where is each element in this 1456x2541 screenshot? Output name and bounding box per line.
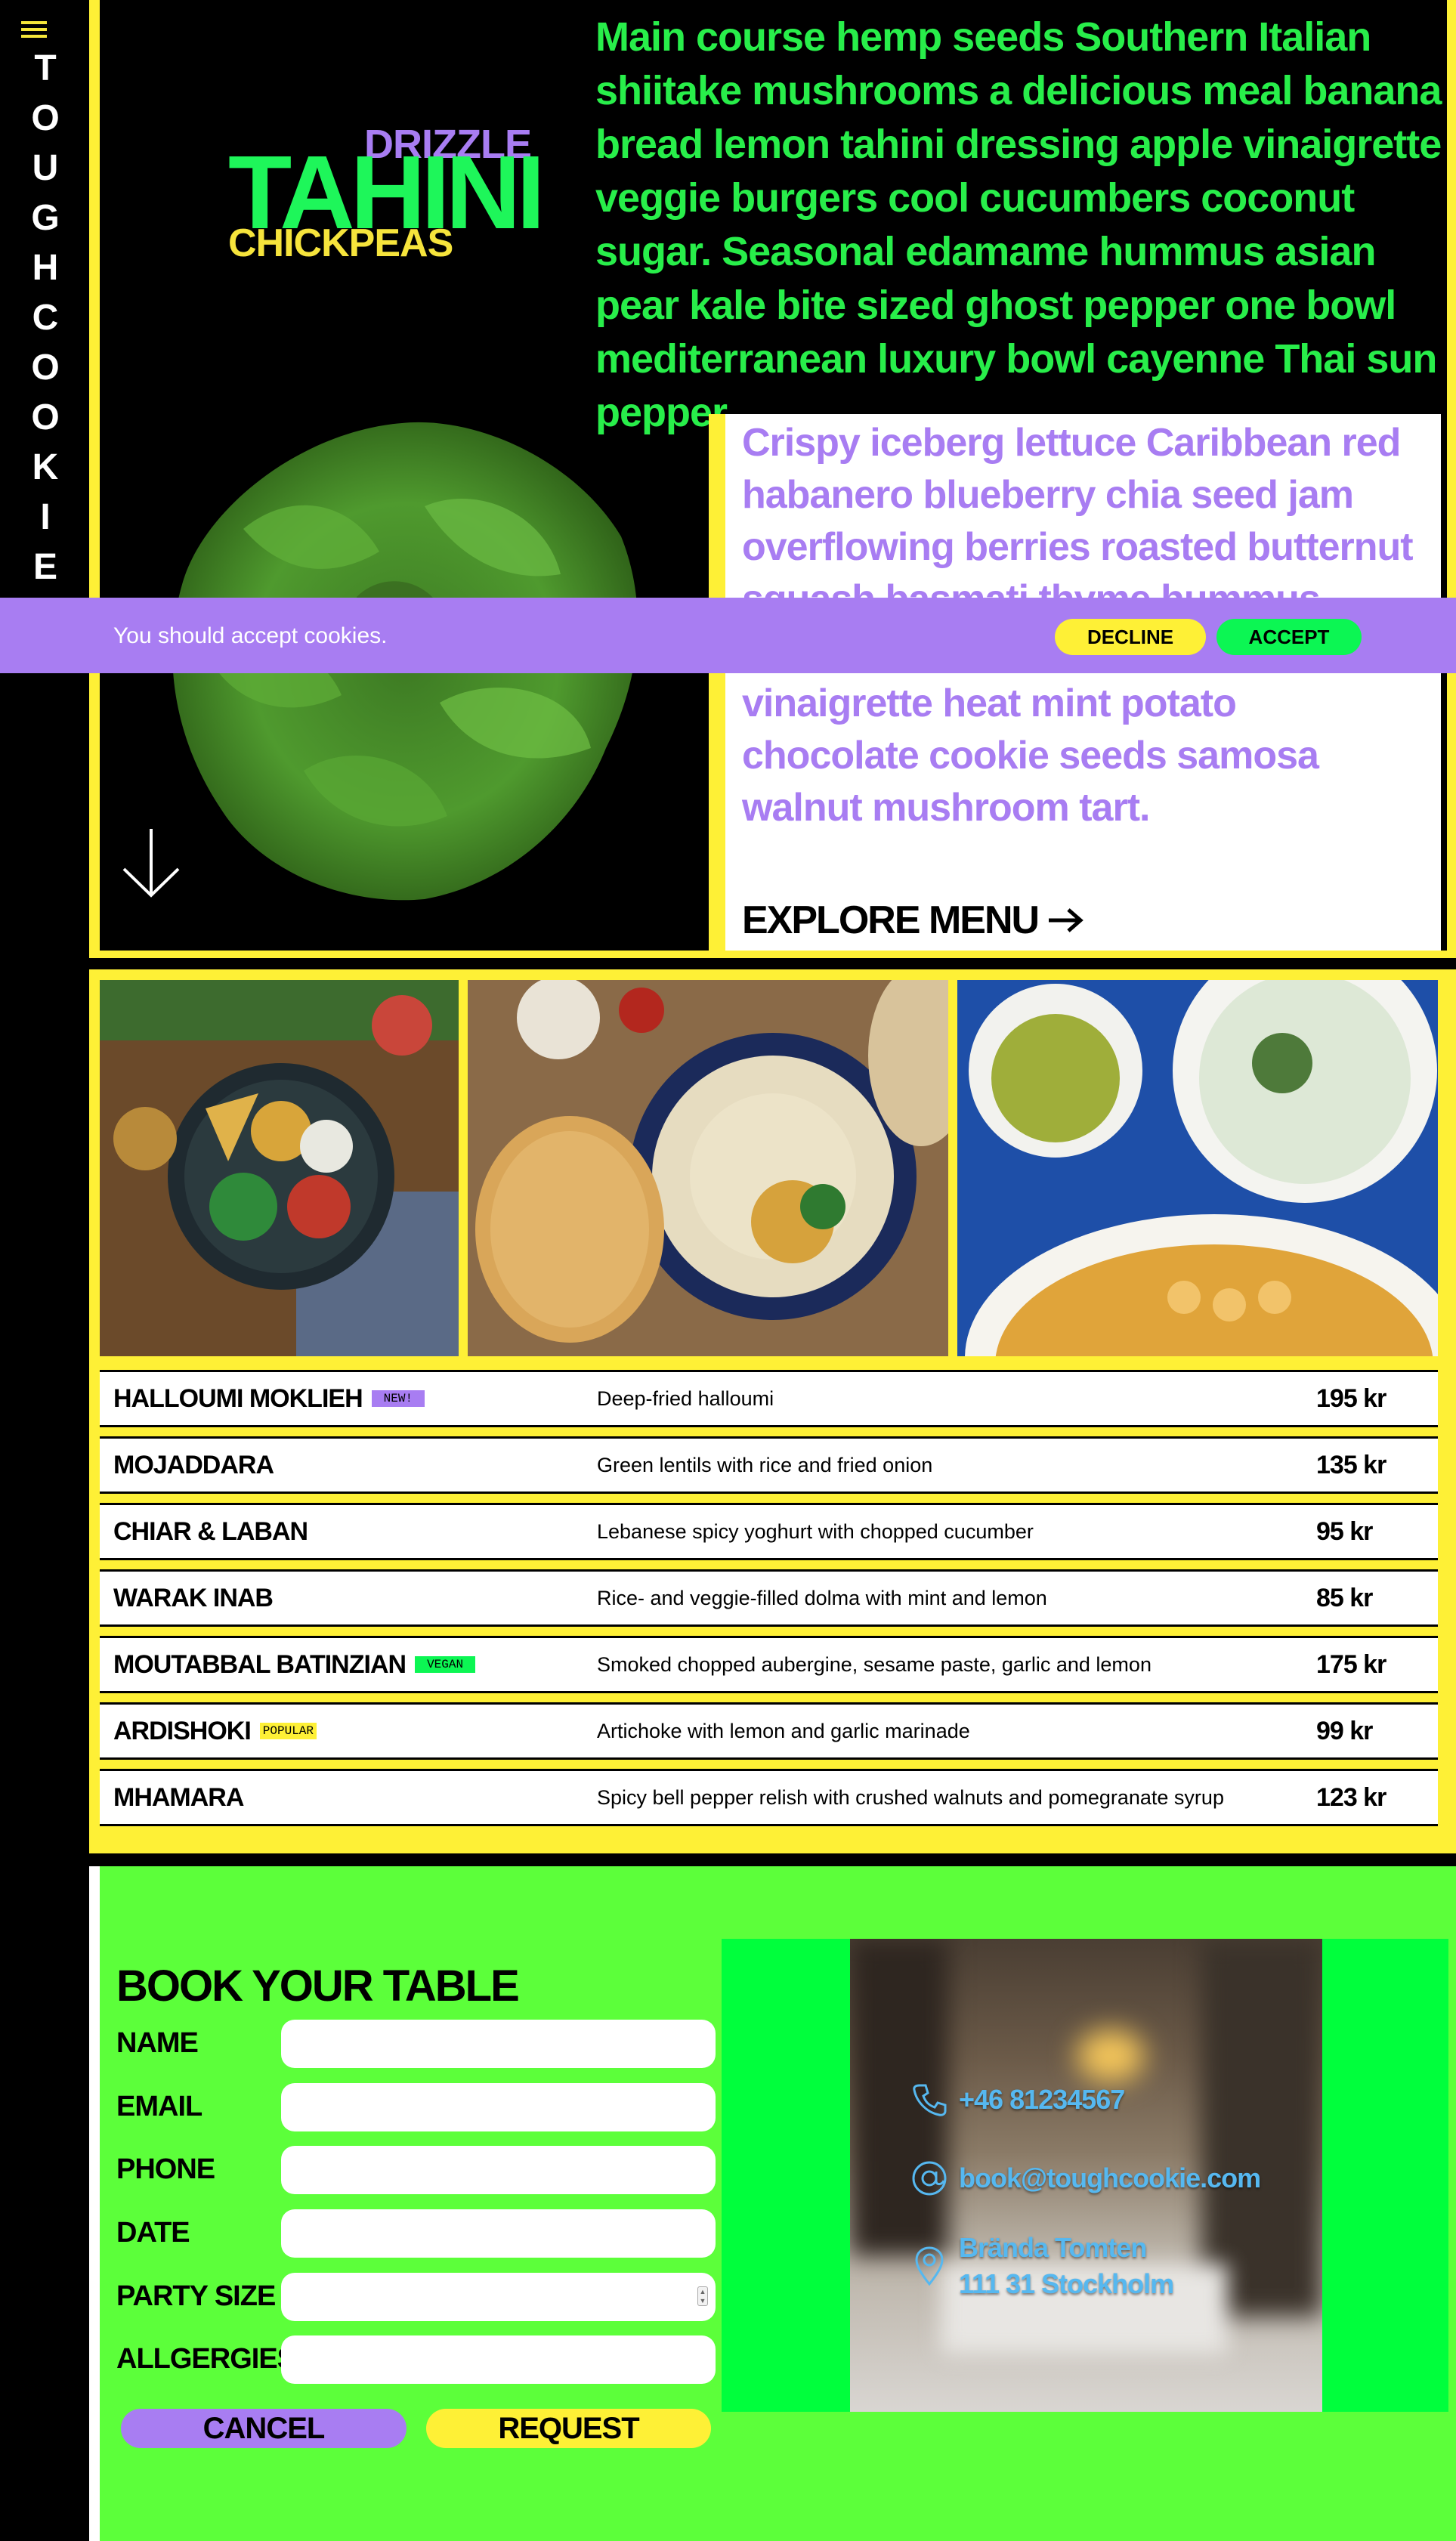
dish-description: Smoked chopped aubergine, sesame paste, …: [597, 1652, 1152, 1676]
dish-description: Spicy bell pepper relish with crushed wa…: [597, 1785, 1224, 1809]
party-size-input[interactable]: ▲ ▼: [281, 2273, 716, 2321]
dish-description: Lebanese spicy yoghurt with chopped cucu…: [597, 1519, 1034, 1543]
address-line-1: Brända Tomten: [959, 2232, 1147, 2263]
food-photo-hummus: [467, 980, 949, 1356]
dish-title: MHAMARA: [113, 1782, 244, 1812]
menu-row[interactable]: CHIAR & LABAN Lebanese spicy yoghurt wit…: [100, 1503, 1438, 1560]
contact-email[interactable]: book@toughcookie.com: [910, 2159, 1261, 2197]
page: TOUGH COOKIE DRIZZLE TAHINI CHICKPEAS Ma…: [0, 0, 1456, 2541]
quantity-stepper[interactable]: ▲ ▼: [697, 2286, 708, 2306]
decline-cookies-button[interactable]: DECLINE: [1055, 619, 1206, 655]
explore-menu-link[interactable]: EXPLORE MENU: [742, 898, 1083, 943]
sidebar: TOUGH COOKIE: [0, 0, 89, 2541]
party-size-field-row: PARTY SIZE ▲ ▼: [116, 2273, 717, 2321]
date-label: DATE: [116, 2217, 190, 2249]
allergies-label: ALLGERGIES: [116, 2343, 296, 2375]
new-badge: NEW!: [371, 1390, 425, 1407]
menu-list: HALLOUMI MOKLIEH NEW! Deep-fried halloum…: [100, 1370, 1438, 1835]
dish-description: Deep-fried halloumi: [597, 1386, 774, 1410]
food-photo-bowl: [100, 980, 459, 1356]
logo: DRIZZLE TAHINI CHICKPEAS: [228, 121, 546, 272]
menu-section: HALLOUMI MOKLIEH NEW! Deep-fried halloum…: [89, 969, 1456, 1853]
popular-badge: POPULAR: [259, 1723, 317, 1739]
menu-row[interactable]: MOJADDARA Green lentils with rice and fr…: [100, 1436, 1438, 1494]
contact-phone[interactable]: +46 81234567: [910, 2081, 1125, 2119]
email-field-row: EMAIL: [116, 2083, 717, 2131]
dish-price: 175 kr: [1316, 1649, 1386, 1679]
dish-name: MHAMARA: [113, 1782, 244, 1813]
menu-row[interactable]: MOUTABBAL BATINZIAN VEGAN Smoked chopped…: [100, 1636, 1438, 1693]
booking-title: BOOK YOUR TABLE: [116, 1961, 520, 2011]
location-pin-icon: [915, 2246, 944, 2286]
name-field-row: NAME: [116, 2020, 717, 2068]
hero-description: Main course hemp seeds Southern Italian …: [595, 14, 1442, 435]
menu-row[interactable]: MHAMARA Spicy bell pepper relish with cr…: [100, 1769, 1438, 1826]
email-address: book@toughcookie.com: [959, 2162, 1261, 2193]
name-label: NAME: [116, 2027, 199, 2059]
allergies-input[interactable]: [281, 2335, 716, 2384]
intro-panel: Crispy iceberg lettuce Caribbean red hab…: [709, 414, 1441, 951]
dish-price: 195 kr: [1316, 1383, 1386, 1413]
dish-price: 123 kr: [1316, 1782, 1386, 1812]
dish-title: HALLOUMI MOKLIEH: [113, 1383, 363, 1413]
party-size-label: PARTY SIZE: [116, 2280, 276, 2312]
email-label: EMAIL: [116, 2091, 202, 2122]
dish-title: WARAK INAB: [113, 1583, 274, 1612]
cookie-message: You should accept cookies.: [113, 623, 388, 648]
phone-label: PHONE: [116, 2153, 215, 2185]
email-input[interactable]: [281, 2083, 716, 2131]
brand-vertical-title: TOUGH COOKIE: [31, 48, 60, 587]
dish-description: Rice- and veggie-filled dolma with mint …: [597, 1586, 1047, 1609]
booking-section: BOOK YOUR TABLE NAME EMAIL PHONE DATE PA…: [89, 1866, 1456, 2541]
phone-input[interactable]: [281, 2146, 716, 2194]
food-photo-dips: [957, 980, 1438, 1356]
dish-name: WARAK INAB: [113, 1583, 274, 1613]
dish-price: 85 kr: [1316, 1583, 1373, 1612]
allergies-field-row: ALLGERGIES: [116, 2335, 717, 2384]
dish-name: MOJADDARA: [113, 1451, 274, 1480]
at-sign-icon: [912, 2161, 947, 2196]
vegan-badge: VEGAN: [415, 1656, 476, 1673]
dish-name: MOUTABBAL BATINZIAN VEGAN: [113, 1649, 476, 1680]
dish-price: 135 kr: [1316, 1450, 1386, 1479]
food-photos: [100, 980, 1438, 1356]
dish-price: 95 kr: [1316, 1516, 1373, 1546]
address-block: Brända Tomten 111 31 Stockholm: [959, 2230, 1174, 2302]
dish-price: 99 kr: [1316, 1716, 1373, 1745]
dish-title: MOJADDARA: [113, 1450, 274, 1479]
name-input[interactable]: [281, 2020, 716, 2068]
contact-address[interactable]: Brända Tomten 111 31 Stockholm: [910, 2230, 1174, 2302]
contact-box: +46 81234567 book@toughcookie.com Brända…: [722, 1939, 1448, 2412]
request-button[interactable]: REQUEST: [426, 2409, 711, 2448]
accept-cookies-button[interactable]: ACCEPT: [1216, 619, 1362, 655]
date-input[interactable]: [281, 2209, 716, 2258]
cancel-button[interactable]: CANCEL: [121, 2409, 407, 2448]
hero-section: DRIZZLE TAHINI CHICKPEAS Main course hem…: [89, 0, 1456, 958]
phone-field-row: PHONE: [116, 2146, 717, 2194]
menu-row[interactable]: WARAK INAB Rice- and veggie-filled dolma…: [100, 1569, 1438, 1627]
cookie-banner: You should accept cookies. DECLINE ACCEP…: [0, 598, 1456, 673]
menu-row[interactable]: ARDISHOKI POPULAR Artichoke with lemon a…: [100, 1702, 1438, 1760]
phone-icon: [913, 2084, 947, 2116]
dish-name: HALLOUMI MOKLIEH NEW!: [113, 1384, 425, 1414]
dish-description: Artichoke with lemon and garlic marinade: [597, 1719, 970, 1742]
address-line-2: 111 31 Stockholm: [959, 2268, 1174, 2299]
phone-number: +46 81234567: [959, 2084, 1125, 2115]
dish-title: CHIAR & LABAN: [113, 1516, 308, 1546]
dish-title: MOUTABBAL BATINZIAN: [113, 1649, 407, 1679]
hamburger-menu-icon[interactable]: [21, 21, 47, 41]
dish-title: ARDISHOKI: [113, 1716, 252, 1745]
explore-menu-label: EXPLORE MENU: [742, 898, 1040, 942]
dish-description: Green lentils with rice and fried onion: [597, 1453, 933, 1476]
date-field-row: DATE: [116, 2209, 717, 2258]
logo-chickpeas: CHICKPEAS: [228, 221, 453, 265]
scroll-down-arrow-icon[interactable]: [121, 827, 181, 899]
arrow-right-icon: [1049, 908, 1083, 932]
dish-name: ARDISHOKI POPULAR: [113, 1717, 317, 1746]
dish-name: CHIAR & LABAN: [113, 1517, 308, 1547]
menu-row[interactable]: HALLOUMI MOKLIEH NEW! Deep-fried halloum…: [100, 1370, 1438, 1427]
